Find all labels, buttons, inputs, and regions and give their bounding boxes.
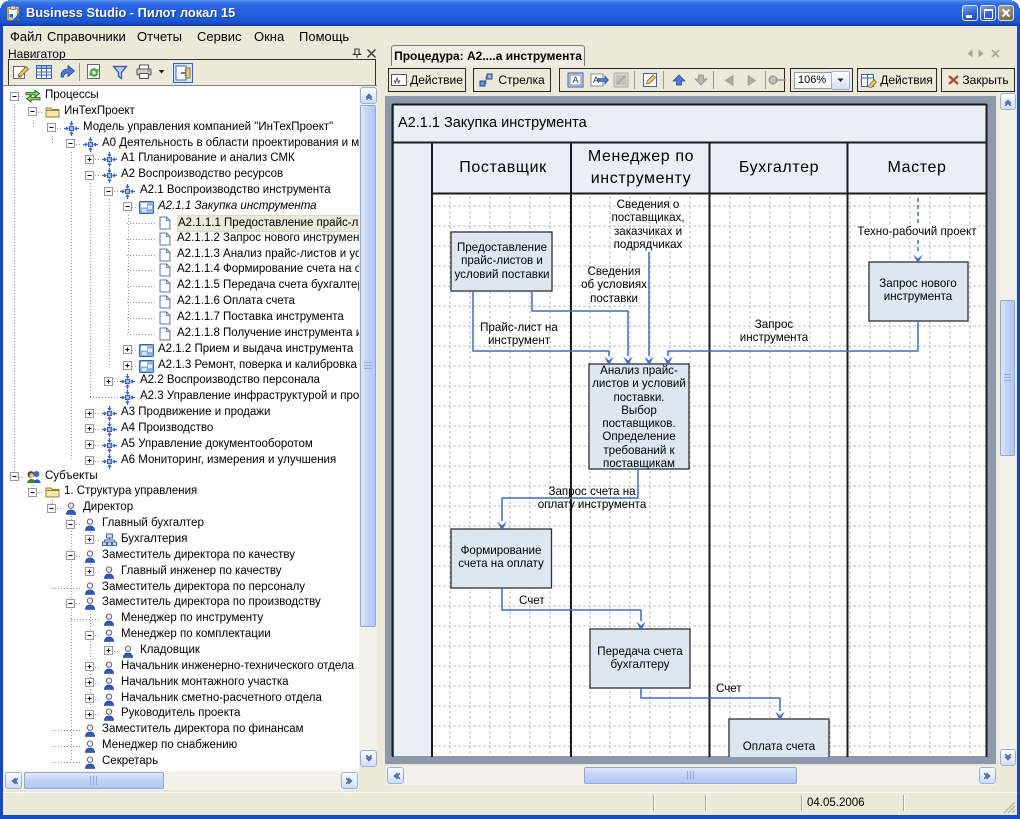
svg-text:A: A bbox=[572, 75, 578, 85]
